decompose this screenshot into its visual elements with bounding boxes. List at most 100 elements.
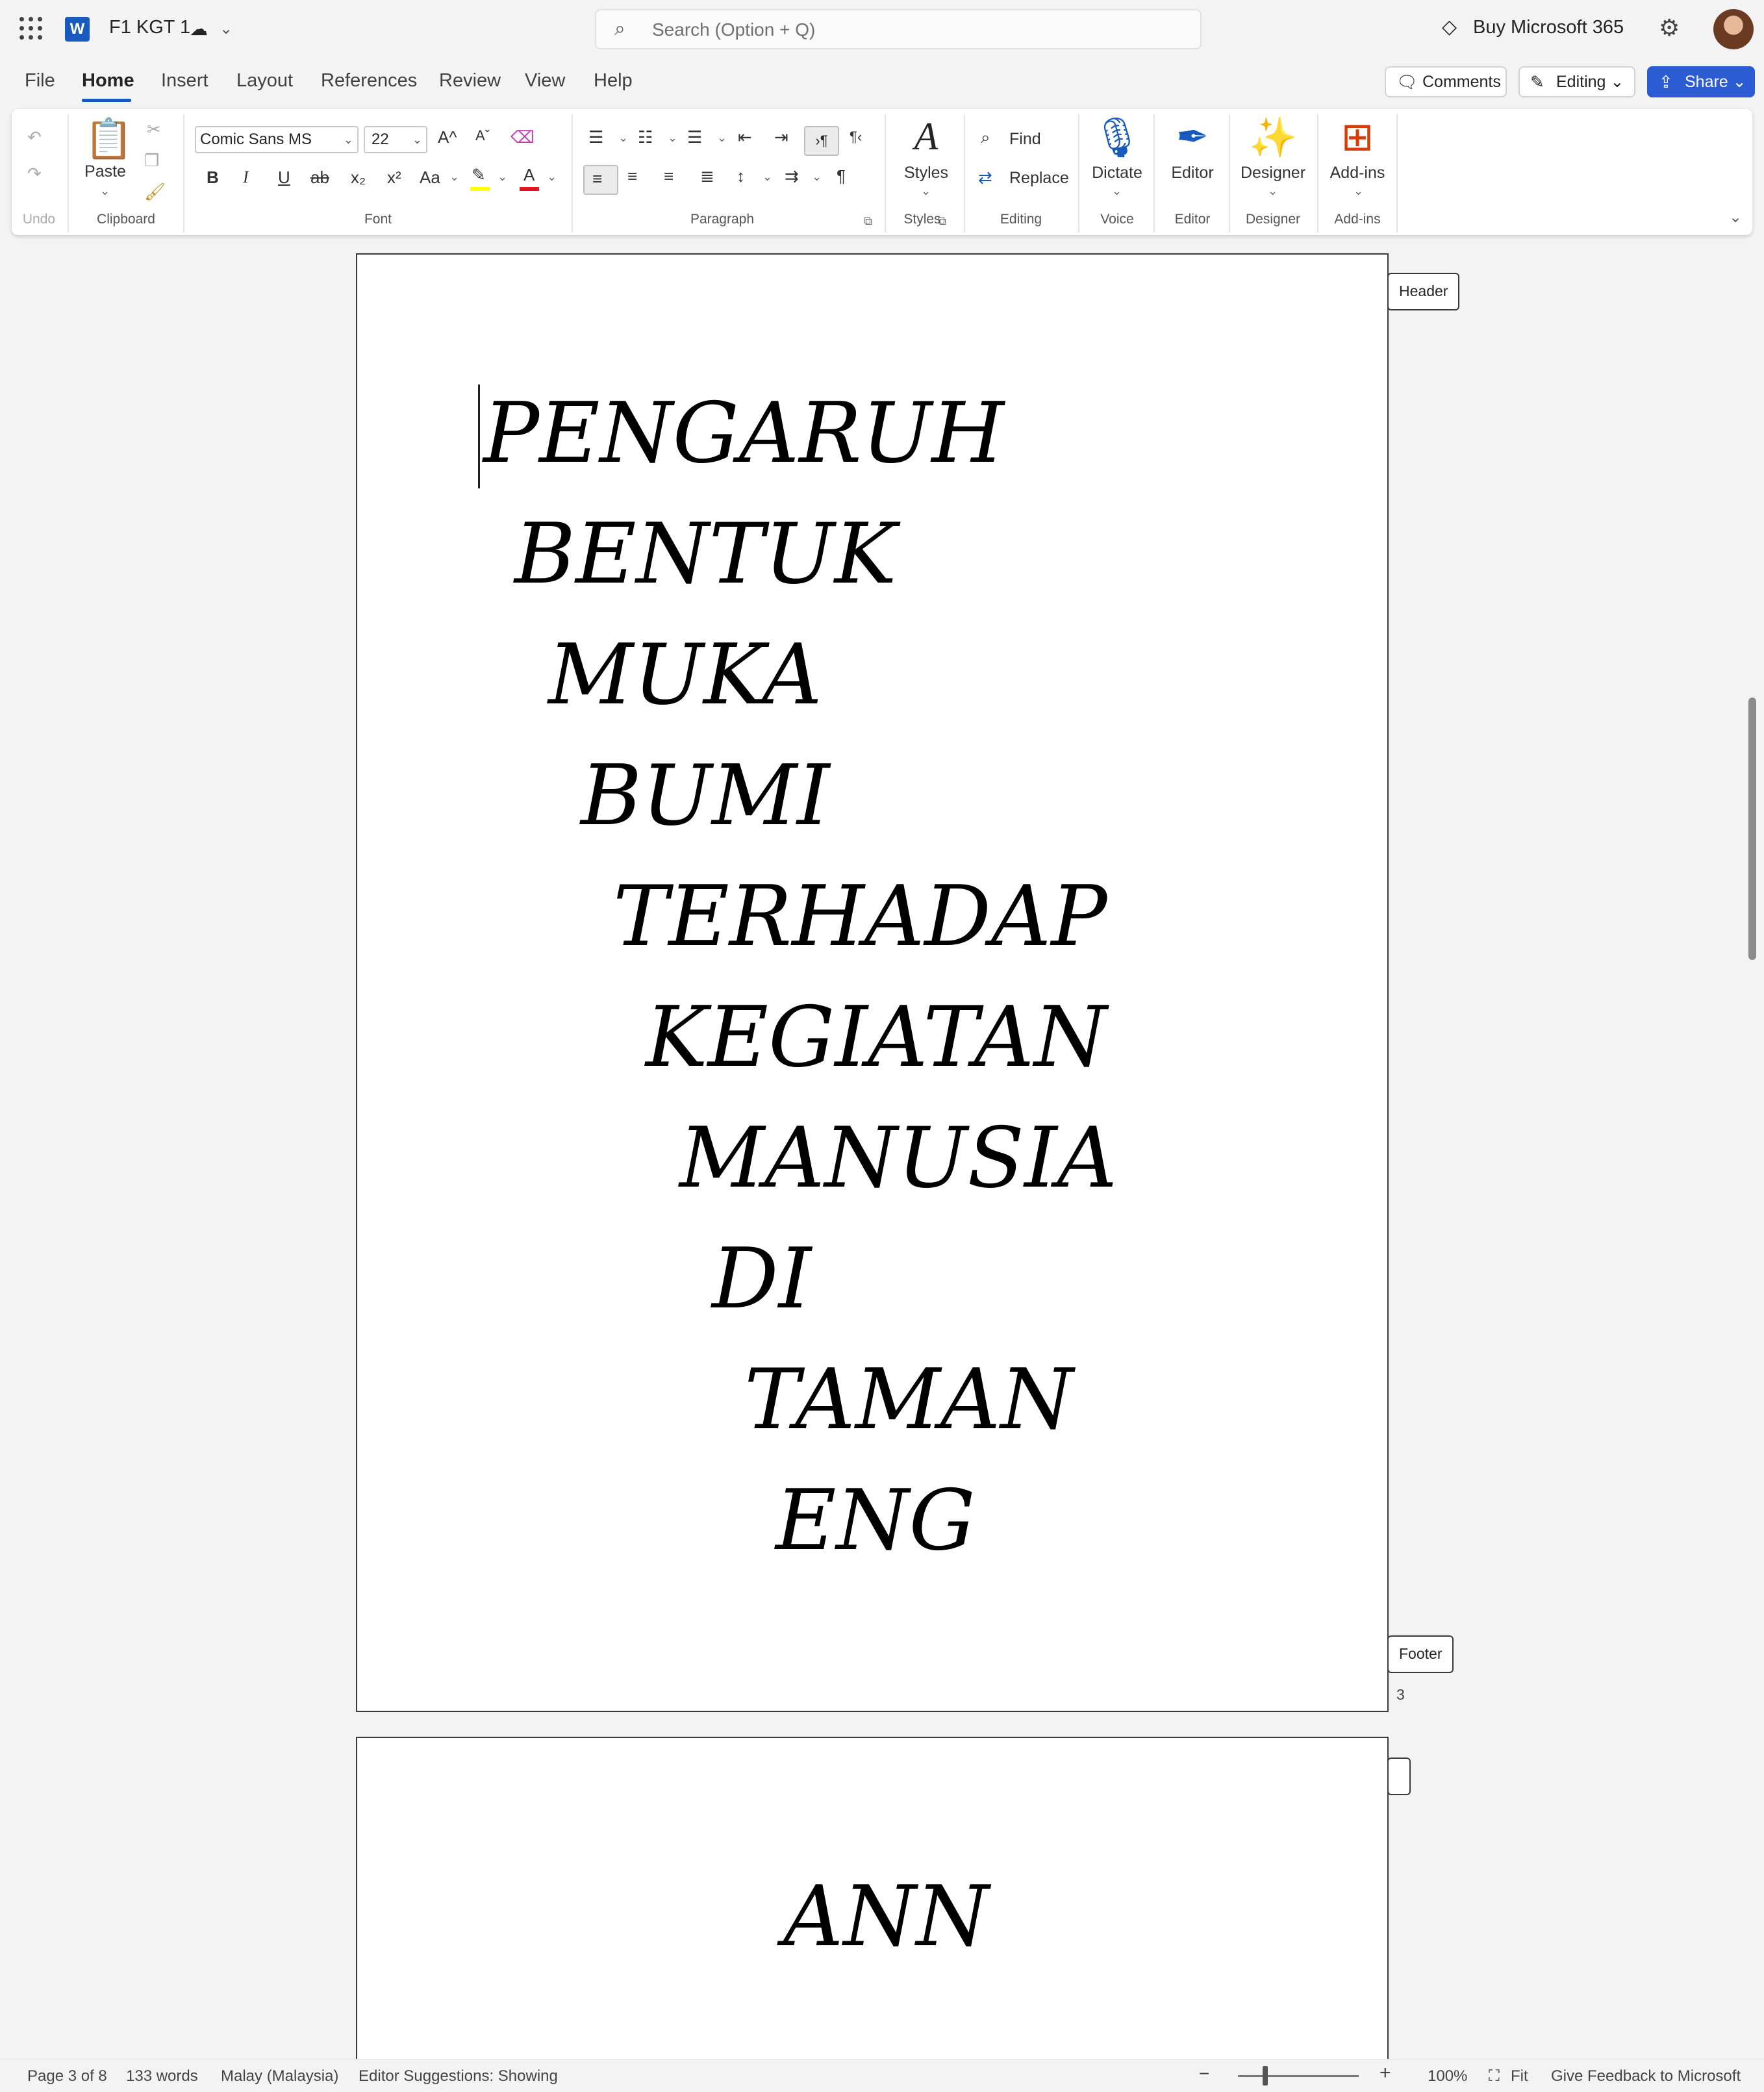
font-name-select[interactable]: Comic Sans MS ⌄ xyxy=(195,126,359,153)
gear-icon[interactable]: ⚙ xyxy=(1659,14,1680,42)
line-spacing-icon[interactable]: ↕ xyxy=(737,166,745,186)
chevron-down-icon[interactable]: ⌄ xyxy=(220,19,233,38)
align-left-button[interactable]: ≡ xyxy=(583,165,618,195)
chevron-down-icon[interactable]: ⌄ xyxy=(921,184,931,198)
editor-suggestions-status[interactable]: Editor Suggestions: Showing xyxy=(359,2067,558,2086)
tab-help[interactable]: Help xyxy=(594,70,633,92)
tab-review[interactable]: Review xyxy=(439,70,501,92)
microphone-icon[interactable]: 🎙 xyxy=(1091,114,1143,160)
bullets-icon[interactable]: ☰ xyxy=(588,127,603,147)
add-ins-button[interactable]: Add-ins xyxy=(1325,164,1390,183)
show-formatting-icon[interactable]: ¶ xyxy=(837,166,846,186)
dialog-launcher-icon[interactable]: ⧉ xyxy=(938,214,946,228)
chevron-down-icon[interactable]: ⌄ xyxy=(1354,184,1363,198)
rtl-paragraph-icon[interactable]: ¶‹ xyxy=(850,129,862,145)
chevron-down-icon[interactable]: ⌄ xyxy=(762,170,772,184)
word-count[interactable]: 133 words xyxy=(126,2067,198,2086)
numbering-icon[interactable]: ☷ xyxy=(638,127,653,147)
dialog-launcher-icon[interactable]: ⧉ xyxy=(864,214,872,228)
paste-button[interactable]: Paste xyxy=(82,162,129,181)
highlighter-icon[interactable]: ✎ xyxy=(472,165,486,185)
chevron-down-icon[interactable]: ⌄ xyxy=(618,131,628,145)
document-title[interactable]: F1 KGT 1 xyxy=(109,17,190,38)
designer-icon[interactable]: ✨ xyxy=(1247,114,1299,160)
dictate-button[interactable]: Dictate xyxy=(1086,164,1148,183)
font-size-select[interactable]: 22 ⌄ xyxy=(364,126,427,153)
title-line[interactable]: TERHADAP xyxy=(613,876,1107,959)
tab-view[interactable]: View xyxy=(525,70,565,92)
chevron-down-icon[interactable]: ⌄ xyxy=(449,170,459,184)
avatar[interactable] xyxy=(1713,9,1754,49)
copy-icon[interactable]: ❐ xyxy=(144,151,159,171)
expand-ribbon-icon[interactable]: ⌄ xyxy=(1729,208,1742,227)
tab-file[interactable]: File xyxy=(25,70,55,92)
redo-icon[interactable]: ↷ xyxy=(27,164,42,184)
undo-icon[interactable]: ↶ xyxy=(27,127,42,147)
title-line[interactable]: TAMAN xyxy=(744,1359,1073,1442)
share-button[interactable]: ⇪ Share ⌄ xyxy=(1647,66,1755,97)
styles-button[interactable]: Styles xyxy=(896,164,956,183)
language-indicator[interactable]: Malay (Malaysia) xyxy=(221,2067,338,2086)
decrease-indent-icon[interactable]: ⇤ xyxy=(738,127,752,147)
chevron-down-icon[interactable]: ⌄ xyxy=(547,170,557,184)
editing-mode-button[interactable]: ✎ Editing ⌄ xyxy=(1518,66,1635,97)
cut-icon[interactable]: ✂ xyxy=(147,120,161,140)
title-line[interactable]: MANUSIA xyxy=(679,1117,1117,1200)
title-line[interactable]: DI xyxy=(712,1238,811,1321)
title-line[interactable]: MUKA xyxy=(548,634,822,717)
page-indicator[interactable]: Page 3 of 8 xyxy=(27,2067,107,2086)
paste-icon[interactable]: 📋 xyxy=(84,116,133,162)
shrink-font-button[interactable]: Aˇ xyxy=(475,127,490,144)
italic-button[interactable]: I xyxy=(243,168,249,187)
superscript-button[interactable]: x² xyxy=(387,168,401,188)
title-line[interactable]: BUMI xyxy=(581,755,830,838)
find-button[interactable]: Find xyxy=(1009,130,1041,149)
header-tag[interactable] xyxy=(1387,1758,1411,1795)
format-painter-icon[interactable]: 🖌 xyxy=(144,182,166,202)
title-line[interactable]: ANN xyxy=(783,1876,989,1959)
add-ins-icon[interactable]: ⊞ xyxy=(1331,114,1383,160)
ltr-paragraph-button[interactable]: ›¶ xyxy=(804,126,839,156)
chevron-down-icon[interactable]: ⌄ xyxy=(812,170,822,184)
justify-icon[interactable]: ≣ xyxy=(700,166,714,186)
zoom-in-icon[interactable]: + xyxy=(1380,2062,1391,2084)
designer-button[interactable]: Designer xyxy=(1237,164,1309,183)
tab-insert[interactable]: Insert xyxy=(161,70,208,92)
align-center-icon[interactable]: ≡ xyxy=(627,166,637,186)
grow-font-button[interactable]: A^ xyxy=(438,127,457,147)
fit-button[interactable]: Fit xyxy=(1511,2067,1528,2086)
saved-status-icon[interactable]: ☁ xyxy=(190,18,208,40)
chevron-down-icon[interactable]: ⌄ xyxy=(1112,184,1122,198)
strikethrough-button[interactable]: ab xyxy=(310,168,329,188)
vertical-scrollbar[interactable] xyxy=(1748,698,1756,960)
multilevel-list-icon[interactable]: ☰ xyxy=(687,127,702,147)
footer-tag[interactable]: Footer xyxy=(1387,1635,1454,1673)
title-line[interactable]: PENGARUH xyxy=(483,392,1004,475)
tab-layout[interactable]: Layout xyxy=(236,70,293,92)
chevron-down-icon[interactable]: ⌄ xyxy=(498,170,507,184)
app-launcher-icon[interactable] xyxy=(19,17,43,40)
zoom-out-icon[interactable]: − xyxy=(1199,2063,1209,2084)
chevron-down-icon[interactable]: ⌄ xyxy=(668,131,677,145)
chevron-down-icon[interactable]: ⌄ xyxy=(717,131,727,145)
replace-button[interactable]: Replace xyxy=(1009,169,1069,188)
paragraph-spacing-icon[interactable]: ⇉ xyxy=(785,166,799,186)
chevron-down-icon[interactable]: ⌄ xyxy=(1268,184,1278,198)
editor-button[interactable]: Editor xyxy=(1161,164,1224,183)
tab-home[interactable]: Home xyxy=(82,70,134,92)
clear-formatting-icon[interactable]: ⌫ xyxy=(510,127,535,147)
buy-microsoft-365-link[interactable]: Buy Microsoft 365 xyxy=(1473,17,1624,38)
header-tag[interactable]: Header xyxy=(1387,273,1460,310)
tab-references[interactable]: References xyxy=(321,70,417,92)
zoom-slider-handle[interactable] xyxy=(1263,2066,1268,2086)
feedback-link[interactable]: Give Feedback to Microsoft xyxy=(1551,2067,1741,2086)
chevron-down-icon[interactable]: ⌄ xyxy=(100,184,110,198)
underline-button[interactable]: U xyxy=(278,168,290,188)
editor-icon[interactable]: ✒ xyxy=(1166,114,1218,160)
font-color-icon[interactable]: A xyxy=(523,165,535,185)
subscript-button[interactable]: x₂ xyxy=(351,168,366,188)
align-right-icon[interactable]: ≡ xyxy=(664,166,674,186)
bold-button[interactable]: B xyxy=(207,168,219,188)
title-line[interactable]: KEGIATAN xyxy=(646,996,1107,1079)
comments-button[interactable]: 🗨 Comments xyxy=(1385,66,1507,97)
